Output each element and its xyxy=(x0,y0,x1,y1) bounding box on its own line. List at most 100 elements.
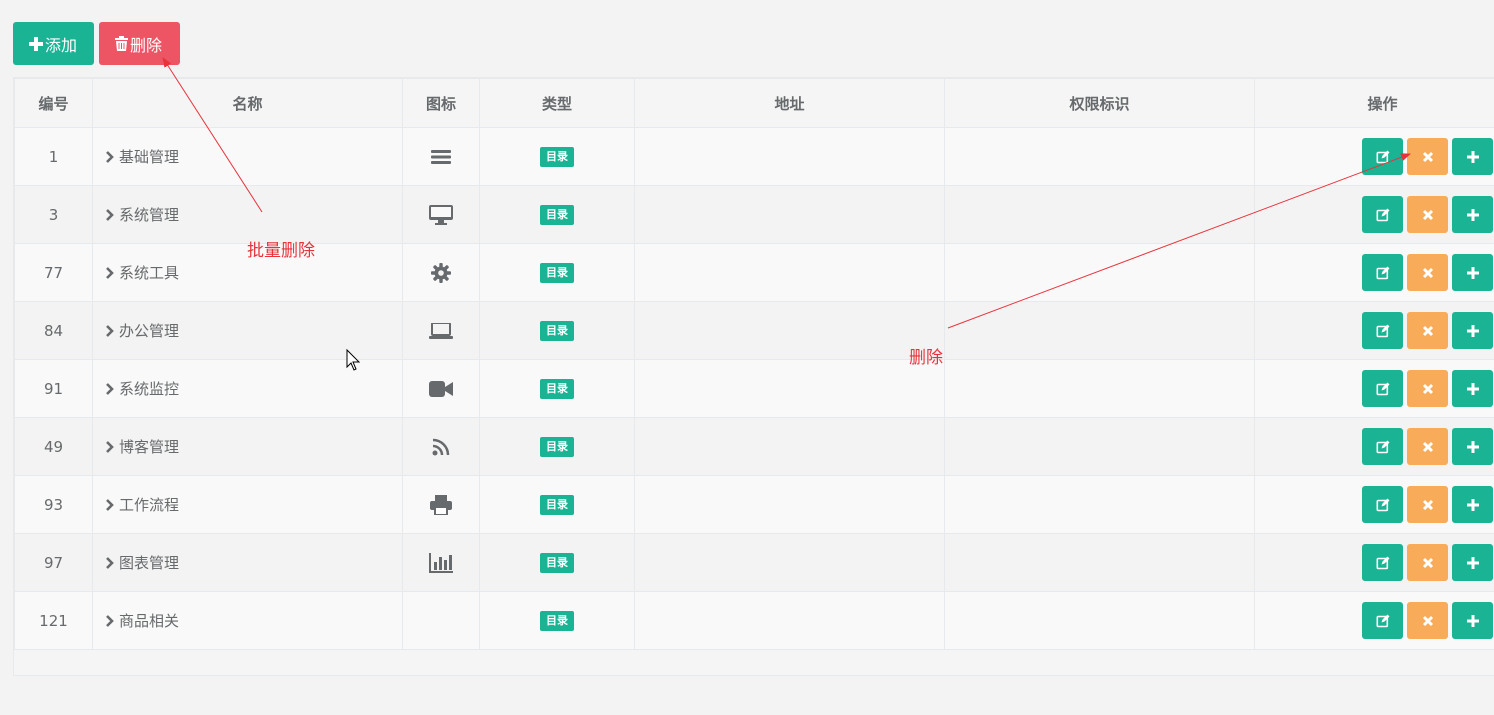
cell-type: 目录 xyxy=(479,475,635,534)
add-child-button[interactable] xyxy=(1452,254,1493,291)
add-button[interactable]: 添加 xyxy=(13,22,94,65)
table-row[interactable]: 3 系统管理 目录 xyxy=(14,185,1494,244)
header-perms[interactable]: 权限标识 xyxy=(944,78,1255,128)
desktop-icon xyxy=(429,204,453,225)
add-child-button[interactable] xyxy=(1452,138,1493,175)
cell-icon xyxy=(402,301,480,360)
add-child-button[interactable] xyxy=(1452,486,1493,523)
remove-button[interactable] xyxy=(1407,138,1448,175)
cell-id: 91 xyxy=(14,359,93,418)
cell-type: 目录 xyxy=(479,243,635,302)
table-row[interactable]: 97 图表管理 目录 xyxy=(14,533,1494,592)
cell-perms xyxy=(944,475,1255,534)
type-badge: 目录 xyxy=(540,321,574,341)
remove-button[interactable] xyxy=(1407,602,1448,639)
type-badge: 目录 xyxy=(540,611,574,631)
plus-icon xyxy=(29,36,43,51)
header-type[interactable]: 类型 xyxy=(479,78,635,128)
expand-chevron-icon[interactable] xyxy=(105,321,119,339)
add-child-button[interactable] xyxy=(1452,196,1493,233)
edit-button[interactable] xyxy=(1362,196,1403,233)
expand-chevron-icon[interactable] xyxy=(105,147,119,165)
type-badge: 目录 xyxy=(540,437,574,457)
add-child-button[interactable] xyxy=(1452,312,1493,349)
cell-url xyxy=(634,243,945,302)
menu-name: 工作流程 xyxy=(119,496,180,514)
table-row[interactable]: 77 系统工具 目录 xyxy=(14,243,1494,302)
cell-type: 目录 xyxy=(479,301,635,360)
cell-name: 博客管理 xyxy=(92,417,403,476)
bar-chart-icon xyxy=(429,552,453,573)
cell-icon xyxy=(402,475,480,534)
delete-button[interactable]: 删除 xyxy=(99,22,180,65)
type-badge: 目录 xyxy=(540,379,574,399)
cell-icon xyxy=(402,127,480,186)
edit-button[interactable] xyxy=(1362,544,1403,581)
cell-type: 目录 xyxy=(479,417,635,476)
edit-button[interactable] xyxy=(1362,312,1403,349)
table-row[interactable]: 121 商品相关 目录 xyxy=(14,591,1494,650)
edit-button[interactable] xyxy=(1362,254,1403,291)
add-child-button[interactable] xyxy=(1452,370,1493,407)
expand-chevron-icon[interactable] xyxy=(105,495,119,513)
table-row[interactable]: 93 工作流程 目录 xyxy=(14,475,1494,534)
expand-chevron-icon[interactable] xyxy=(105,263,119,281)
add-child-button[interactable] xyxy=(1452,428,1493,465)
edit-button[interactable] xyxy=(1362,602,1403,639)
annotation-delete: 删除 xyxy=(909,348,943,368)
cell-type: 目录 xyxy=(479,359,635,418)
remove-button[interactable] xyxy=(1407,312,1448,349)
header-url[interactable]: 地址 xyxy=(634,78,945,128)
menu-name: 办公管理 xyxy=(119,322,180,340)
menu-name: 系统工具 xyxy=(119,264,180,282)
menu-table-container: 编号 名称 图标 类型 地址 权限标识 操作 1 基础管理 目录 3 系统管理 … xyxy=(13,77,1494,676)
cell-url xyxy=(634,591,945,650)
cell-name: 系统管理 xyxy=(92,185,403,244)
cell-ops xyxy=(1254,127,1494,186)
cell-url xyxy=(634,417,945,476)
remove-button[interactable] xyxy=(1407,486,1448,523)
header-id[interactable]: 编号 xyxy=(14,78,93,128)
remove-button[interactable] xyxy=(1407,254,1448,291)
add-button-label: 添加 xyxy=(45,35,78,55)
header-name[interactable]: 名称 xyxy=(92,78,403,128)
table-row[interactable]: 84 办公管理 目录 xyxy=(14,301,1494,360)
edit-button[interactable] xyxy=(1362,138,1403,175)
remove-button[interactable] xyxy=(1407,544,1448,581)
gear-icon xyxy=(431,262,451,283)
edit-button[interactable] xyxy=(1362,486,1403,523)
edit-button[interactable] xyxy=(1362,370,1403,407)
expand-chevron-icon[interactable] xyxy=(105,611,119,629)
cell-icon xyxy=(402,243,480,302)
menu-table: 编号 名称 图标 类型 地址 权限标识 操作 1 基础管理 目录 3 系统管理 … xyxy=(14,78,1494,650)
cell-id: 84 xyxy=(14,301,93,360)
cell-ops xyxy=(1254,475,1494,534)
cell-ops xyxy=(1254,243,1494,302)
cell-icon xyxy=(402,533,480,592)
expand-chevron-icon[interactable] xyxy=(105,553,119,571)
cell-ops xyxy=(1254,185,1494,244)
edit-button[interactable] xyxy=(1362,428,1403,465)
header-icon[interactable]: 图标 xyxy=(402,78,480,128)
expand-chevron-icon[interactable] xyxy=(105,379,119,397)
table-row[interactable]: 91 系统监控 目录 xyxy=(14,359,1494,418)
cell-url xyxy=(634,475,945,534)
type-badge: 目录 xyxy=(540,495,574,515)
cell-type: 目录 xyxy=(479,533,635,592)
cell-ops xyxy=(1254,359,1494,418)
expand-chevron-icon[interactable] xyxy=(105,437,119,455)
remove-button[interactable] xyxy=(1407,196,1448,233)
remove-button[interactable] xyxy=(1407,428,1448,465)
table-row[interactable]: 49 博客管理 目录 xyxy=(14,417,1494,476)
cell-ops xyxy=(1254,591,1494,650)
table-row[interactable]: 1 基础管理 目录 xyxy=(14,127,1494,186)
add-child-button[interactable] xyxy=(1452,602,1493,639)
video-camera-icon xyxy=(429,380,453,398)
menu-name: 基础管理 xyxy=(119,148,180,166)
add-child-button[interactable] xyxy=(1452,544,1493,581)
cell-icon xyxy=(402,591,480,650)
remove-button[interactable] xyxy=(1407,370,1448,407)
expand-chevron-icon[interactable] xyxy=(105,205,119,223)
print-icon xyxy=(430,494,452,515)
cell-id: 121 xyxy=(14,591,93,650)
